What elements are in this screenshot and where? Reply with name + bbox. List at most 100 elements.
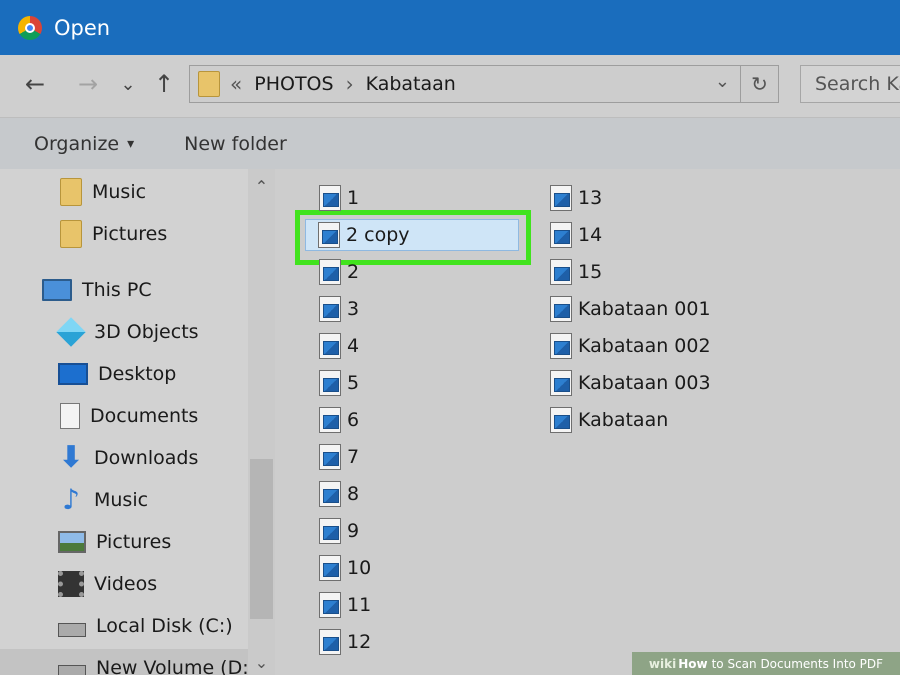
image-file-icon (319, 259, 341, 285)
file-name: 13 (578, 187, 603, 209)
back-arrow-icon[interactable]: ← (21, 69, 49, 99)
folder-icon (60, 220, 82, 248)
file-item[interactable]: 1 (319, 182, 359, 214)
new-folder-button[interactable]: New folder (184, 133, 287, 155)
sidebar-item-label: Music (92, 181, 147, 203)
address-bar[interactable]: « PHOTOS › Kabataan ⌄ ↻ (189, 65, 779, 103)
sidebar-item-documents[interactable]: Documents (60, 397, 198, 435)
breadcrumb-photos[interactable]: PHOTOS (254, 73, 333, 95)
disk-icon (58, 623, 86, 637)
file-name: 10 (347, 557, 372, 579)
document-icon (60, 403, 80, 429)
organize-label: Organize (34, 132, 120, 155)
file-item[interactable]: Kabataan (550, 404, 668, 436)
download-arrow-icon: ⬇ (58, 440, 84, 475)
image-file-icon (550, 370, 572, 396)
sidebar-item-videos[interactable]: Videos (58, 565, 157, 603)
image-file-icon (319, 481, 341, 507)
file-name: 12 (347, 631, 372, 653)
up-arrow-icon[interactable]: ↑ (150, 69, 178, 99)
sidebar-item-downloads[interactable]: ⬇ Downloads (58, 439, 198, 477)
address-dropdown-icon[interactable]: ⌄ (715, 71, 730, 92)
file-name: 14 (578, 224, 603, 246)
file-name: Kabataan 002 (578, 335, 711, 357)
organize-button[interactable]: Organize ▾ (34, 133, 134, 155)
sidebar-item-pictures[interactable]: Pictures (58, 523, 171, 561)
sidebar-item-label: Music (94, 489, 149, 511)
file-item[interactable]: 13 (550, 182, 602, 214)
pictures-icon (58, 531, 86, 553)
command-toolbar: Organize ▾ New folder (0, 117, 900, 169)
cube-icon (56, 317, 86, 347)
refresh-icon[interactable]: ↻ (740, 66, 778, 102)
file-item[interactable]: 12 (319, 626, 371, 658)
file-name: 4 (347, 335, 360, 357)
sidebar-item-new-volume[interactable]: New Volume (D: (0, 649, 248, 675)
folder-icon (60, 178, 82, 206)
file-item[interactable]: 6 (319, 404, 359, 436)
forward-arrow-icon[interactable]: → (74, 69, 102, 99)
address-row: ← → ⌄ ↑ « PHOTOS › Kabataan ⌄ ↻ Search K… (0, 55, 900, 117)
sidebar-item-label: New Volume (D: (96, 657, 248, 675)
sidebar-item-desktop[interactable]: Desktop (58, 355, 176, 393)
file-name: 3 (347, 298, 360, 320)
recent-locations-chevron-icon[interactable]: ⌄ (114, 69, 142, 99)
sidebar-item-label: Local Disk (C:) (96, 615, 233, 637)
sidebar-item-music[interactable]: ♪ Music (58, 481, 148, 519)
sidebar-item-local-disk[interactable]: Local Disk (C:) (58, 607, 233, 645)
image-file-icon (319, 370, 341, 396)
file-item[interactable]: 2 (319, 256, 359, 288)
image-file-icon (550, 407, 572, 433)
overflow-chevron-icon[interactable]: « (230, 72, 242, 96)
file-name: 15 (578, 261, 603, 283)
sidebar-item-label: 3D Objects (94, 321, 199, 343)
file-name: 1 (347, 187, 360, 209)
title-bar: Open (0, 0, 900, 55)
image-file-icon (550, 185, 572, 211)
file-item[interactable]: 11 (319, 589, 371, 621)
image-file-icon (319, 592, 341, 618)
search-input[interactable]: Search Ka (800, 65, 900, 103)
sidebar-item-label: Pictures (96, 531, 172, 553)
file-name: 11 (347, 594, 372, 616)
window-title: Open (54, 15, 111, 40)
scroll-up-icon[interactable]: ⌃ (248, 177, 275, 196)
sidebar-item-label: This PC (82, 279, 152, 301)
navigation-pane: Music Pictures This PC 3D Objects Deskto… (0, 169, 248, 675)
image-file-icon (319, 296, 341, 322)
sidebar-scrollbar[interactable]: ⌃ ⌄ (248, 169, 275, 675)
file-item[interactable]: 10 (319, 552, 371, 584)
file-item[interactable]: 9 (319, 515, 359, 547)
folder-icon (198, 71, 220, 97)
file-item[interactable]: 5 (319, 367, 359, 399)
file-name: 2 (347, 261, 360, 283)
scroll-down-icon[interactable]: ⌄ (248, 653, 275, 672)
breadcrumb-kabataan[interactable]: Kabataan (366, 73, 456, 95)
file-item[interactable]: 8 (319, 478, 359, 510)
image-file-icon (319, 555, 341, 581)
file-item[interactable]: 4 (319, 330, 359, 362)
image-file-icon (318, 222, 340, 248)
image-file-icon (319, 185, 341, 211)
file-item[interactable]: 3 (319, 293, 359, 325)
image-file-icon (319, 333, 341, 359)
image-file-icon (319, 518, 341, 544)
sidebar-item-3d-objects[interactable]: 3D Objects (56, 313, 199, 351)
file-item[interactable]: 7 (319, 441, 359, 473)
file-name: 9 (347, 520, 360, 542)
file-name: 6 (347, 409, 360, 431)
image-file-icon (319, 407, 341, 433)
sidebar-item-this-pc[interactable]: This PC (42, 271, 152, 309)
wikihow-watermark: wiki How to Scan Documents Into PDF (632, 652, 900, 675)
file-item[interactable]: Kabataan 002 (550, 330, 711, 362)
file-item[interactable]: 14 (550, 219, 602, 251)
file-item[interactable]: Kabataan 003 (550, 367, 711, 399)
sidebar-item-pictures-quick[interactable]: Pictures (60, 215, 167, 253)
file-item[interactable]: 15 (550, 256, 602, 288)
file-item[interactable]: Kabataan 001 (550, 293, 711, 325)
scroll-thumb[interactable] (250, 459, 273, 619)
sidebar-item-music-quick[interactable]: Music (60, 173, 146, 211)
file-name: 5 (347, 372, 360, 394)
file-item[interactable]: 2 copy (305, 219, 519, 251)
file-list: 1 2 copy 2 3 4 5 6 7 8 9 10 11 12 13 14 15 Kabataan 001… (275, 169, 900, 675)
